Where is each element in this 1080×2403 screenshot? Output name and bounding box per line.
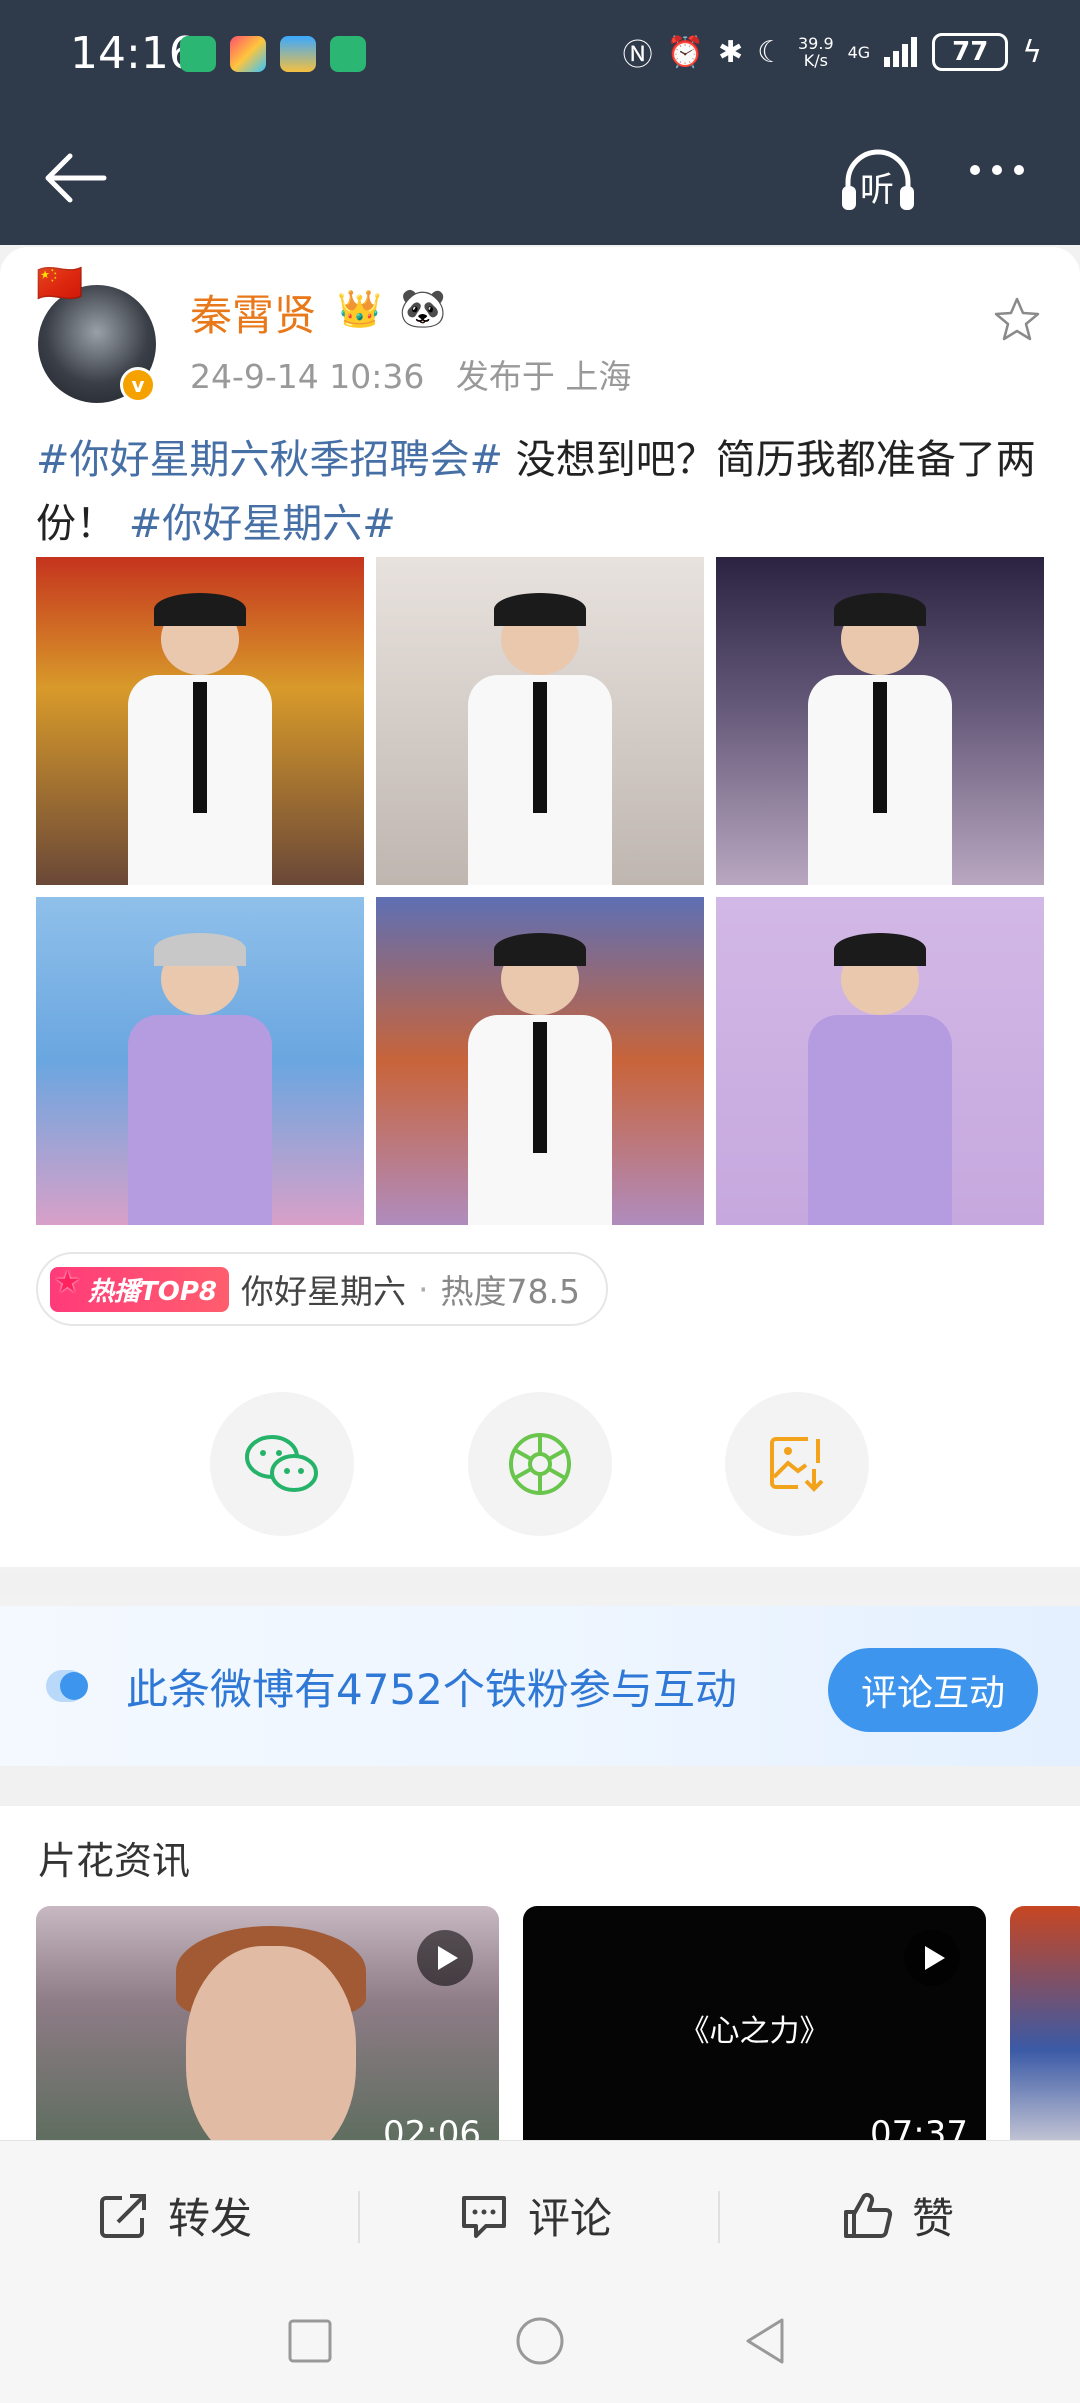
comment-icon	[462, 2195, 506, 2238]
repost-icon	[100, 2193, 146, 2238]
section-divider	[0, 1572, 1080, 1594]
author-name[interactable]: 秦霄贤	[190, 282, 316, 343]
comment-button[interactable]: 评论	[458, 2185, 612, 2246]
status-bar: 14:16 Ⓝ ⏰ ✱ ☾ 39.9 K/s 4G 77 ϟ	[0, 0, 1080, 115]
section-divider	[0, 1766, 1080, 1806]
hot-show-name: 你好星期六	[241, 1272, 406, 1311]
home-circle-icon[interactable]	[515, 2316, 565, 2366]
network-speed: 39.9 K/s	[798, 35, 834, 69]
video-card[interactable]: 《心之力》 07:37	[523, 1906, 986, 2146]
clips-title: 片花资讯	[38, 1839, 191, 1883]
post-location: 发布于 上海	[455, 357, 632, 396]
moon-icon: ☾	[757, 34, 784, 70]
star-badge-icon: ★	[54, 1264, 81, 1300]
app-notification-icon	[180, 36, 216, 72]
like-button[interactable]: 赞	[842, 2185, 954, 2246]
post-text: #你好星期六秋季招聘会# 没想到吧？简历我都准备了两份！ #你好星期六#	[36, 428, 1046, 556]
action-divider	[358, 2191, 360, 2243]
battery-level: 77	[952, 37, 989, 67]
share-wechat-button[interactable]	[210, 1392, 354, 1536]
post-action-bar: 转发 评论 赞	[0, 2140, 1080, 2290]
hot-rank-label: 热播TOP8	[88, 1276, 217, 1307]
listen-button[interactable]: 听	[838, 148, 918, 212]
hashtag-link[interactable]: #你好星期六秋季招聘会#	[36, 437, 503, 483]
fan-interaction-banner[interactable]: 此条微博有4752个铁粉参与互动 评论互动	[0, 1606, 1080, 1766]
hashtag-link[interactable]: #你好星期六#	[129, 501, 396, 547]
fan-pill-icon	[46, 1670, 88, 1702]
post-photo[interactable]	[36, 557, 364, 885]
network-speed-value: 39.9	[798, 34, 834, 53]
share-moments-button[interactable]	[468, 1392, 612, 1536]
comment-interact-button[interactable]: 评论互动	[828, 1648, 1038, 1732]
notification-icons	[180, 36, 366, 72]
charging-icon: ϟ	[1022, 34, 1042, 70]
play-icon	[904, 1930, 960, 1986]
repost-label: 转发	[168, 2194, 253, 2243]
back-arrow-icon[interactable]	[40, 148, 110, 208]
thumbs-up-icon	[844, 2192, 893, 2238]
video-card[interactable]	[1010, 1906, 1080, 2146]
hot-rank-badge: ★ 热播TOP8	[50, 1264, 229, 1312]
vip-crown-icon: 👑	[337, 289, 382, 330]
bluetooth-icon: ✱	[717, 34, 744, 70]
moments-shutter-icon	[509, 1433, 571, 1495]
clips-section: 片花资讯 02:06 《心之力》 07:37	[0, 1806, 1080, 2146]
nfc-icon: Ⓝ	[622, 38, 653, 73]
favorite-star-icon[interactable]	[992, 295, 1042, 345]
post-photo[interactable]	[716, 557, 1044, 885]
system-status-icons: Ⓝ ⏰ ✱ ☾ 39.9 K/s 4G 77 ϟ	[623, 30, 1042, 74]
post-photo[interactable]	[376, 897, 704, 1225]
post-photo[interactable]	[36, 897, 364, 1225]
video-title: 《心之力》	[679, 2014, 830, 2049]
app-notification-icon	[330, 36, 366, 72]
listen-label: 听	[860, 170, 894, 210]
system-nav-bar	[0, 2290, 1080, 2403]
app-notification-icon	[230, 36, 266, 72]
post-photo[interactable]	[716, 897, 1044, 1225]
signal-label: 4G	[847, 42, 871, 62]
save-image-icon	[770, 1437, 824, 1492]
comment-label: 评论	[528, 2194, 613, 2243]
post-meta: 24-9-14 10:36 发布于 上海	[190, 350, 631, 398]
hot-separator: ·	[418, 1269, 429, 1309]
signal-icon	[884, 37, 918, 67]
action-divider	[718, 2191, 720, 2243]
app-notification-icon	[280, 36, 316, 72]
back-triangle-icon[interactable]	[742, 2316, 788, 2366]
video-card[interactable]: 02:06	[36, 1906, 499, 2146]
top-nav-bar	[0, 115, 1080, 245]
hot-value: 热度78.5	[440, 1272, 580, 1311]
recents-square-icon[interactable]	[287, 2318, 333, 2364]
alarm-icon: ⏰	[666, 34, 704, 70]
status-time: 14:16	[70, 28, 197, 79]
hot-topic-pill[interactable]: ★ 热播TOP8 你好星期六 · 热度78.5	[36, 1252, 608, 1326]
battery-indicator: 77	[932, 33, 1009, 71]
repost-button[interactable]: 转发	[98, 2185, 252, 2246]
post-timestamp: 24-9-14 10:36	[190, 357, 425, 396]
panda-badge-icon: 🐼	[399, 286, 447, 330]
photo-grid	[36, 557, 1044, 1225]
china-flag-icon: 🇨🇳	[36, 261, 84, 305]
more-options-button[interactable]	[970, 165, 1024, 175]
network-speed-unit: K/s	[803, 51, 828, 70]
fan-interaction-text: 此条微博有4752个铁粉参与互动	[126, 1665, 737, 1714]
verified-badge-icon: v	[120, 367, 156, 403]
like-label: 赞	[912, 2194, 955, 2243]
wechat-icon	[245, 1435, 318, 1492]
post-photo[interactable]	[376, 557, 704, 885]
author-avatar[interactable]: 🇨🇳 v	[36, 261, 158, 405]
play-icon	[417, 1930, 473, 1986]
save-image-button[interactable]	[725, 1392, 869, 1536]
